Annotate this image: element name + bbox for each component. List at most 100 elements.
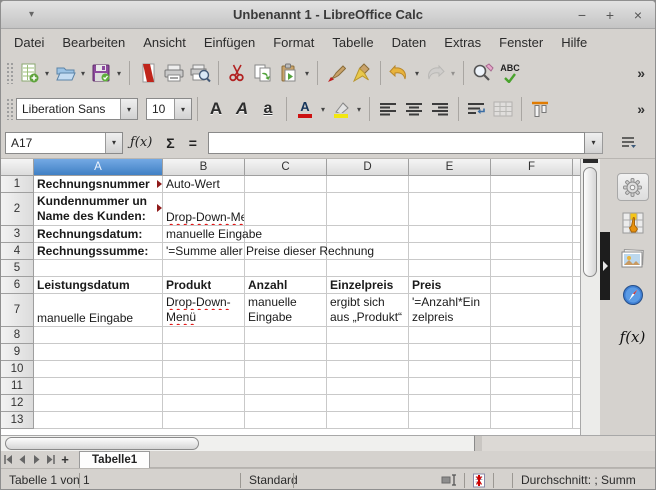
menu-format[interactable]: Format [264,31,323,54]
cell-A4[interactable]: Rechnungssumme: [34,243,163,260]
cell-B4[interactable]: '=Summe aller Preise dieser Rechnung [163,243,245,260]
sidebar-tab-properties[interactable] [617,173,649,201]
highlight-color-button[interactable] [328,95,354,123]
cell[interactable] [245,361,327,378]
find-replace-button[interactable] [469,59,497,87]
row-header-3[interactable]: 3 [1,226,34,243]
cell-D2[interactable] [327,193,409,226]
cell-D1[interactable] [327,176,409,193]
vertical-scrollbar[interactable] [580,159,600,435]
redo-button[interactable] [422,59,448,87]
cell-C2[interactable] [245,193,327,226]
sidebar-hide-handle[interactable] [600,232,610,300]
toolbar-grip[interactable] [6,98,13,120]
cell[interactable] [409,361,491,378]
selection-mode-button[interactable] [434,474,464,486]
cell[interactable] [327,395,409,412]
print-button[interactable] [161,59,187,87]
cell[interactable] [34,327,163,344]
cell[interactable] [163,412,245,429]
menu-daten[interactable]: Daten [383,31,436,54]
cell[interactable] [409,378,491,395]
row-header-6[interactable]: 6 [1,277,34,294]
cell[interactable] [34,412,163,429]
vertical-split-handle[interactable] [583,159,598,163]
clear-formatting-button[interactable] [349,59,375,87]
save-button[interactable] [88,59,114,87]
cell-C6[interactable]: Anzahl [245,277,327,294]
sidebar-tab-gallery[interactable] [617,245,649,273]
cell-partial[interactable] [573,260,580,277]
underline-button[interactable]: a [255,95,281,123]
formula-input-line[interactable] [208,132,585,154]
highlight-color-dropdown[interactable]: ▾ [354,105,364,114]
cell-F7[interactable] [491,294,573,327]
cell-partial[interactable] [573,176,580,193]
close-button[interactable]: × [631,8,645,22]
next-sheet-button[interactable] [29,451,43,468]
cell[interactable] [245,327,327,344]
last-sheet-button[interactable] [43,451,57,468]
cell-F4[interactable] [491,243,573,260]
cell[interactable] [245,412,327,429]
cell[interactable] [327,344,409,361]
first-sheet-button[interactable] [1,451,15,468]
cell[interactable] [34,344,163,361]
menu-einfuegen[interactable]: Einfügen [195,31,264,54]
wrap-text-button[interactable] [464,95,490,123]
menu-hilfe[interactable]: Hilfe [552,31,596,54]
italic-button[interactable]: A [229,95,255,123]
cell-D3[interactable] [327,226,409,243]
cell-A2[interactable]: Kundennummer unName des Kunden: [34,193,163,226]
export-pdf-button[interactable] [135,59,161,87]
cell-E7[interactable]: '=Anzahl*Einzelpreis [409,294,491,327]
save-dropdown[interactable]: ▾ [114,69,124,78]
cell-B1[interactable]: Auto-Wert [163,176,245,193]
cell-F1[interactable] [491,176,573,193]
row-header-2[interactable]: 2 [1,193,34,226]
cell-A1[interactable]: Rechnungsnummer [34,176,163,193]
bold-button[interactable]: A [203,95,229,123]
add-sheet-button[interactable]: + [57,451,73,468]
cell[interactable] [34,395,163,412]
cell-partial[interactable] [573,277,580,294]
horizontal-scrollbar[interactable] [1,435,474,451]
cell[interactable] [409,344,491,361]
cell[interactable] [491,378,573,395]
cell-F2[interactable] [491,193,573,226]
cell[interactable] [327,327,409,344]
minimize-button[interactable]: − [575,8,589,22]
row-header-11[interactable]: 11 [1,378,34,395]
row-header-13[interactable]: 13 [1,412,34,429]
sheet-tab-tabelle1[interactable]: Tabelle1 [79,451,150,468]
row-header-12[interactable]: 12 [1,395,34,412]
print-preview-button[interactable] [187,59,213,87]
cell[interactable] [163,378,245,395]
cell[interactable] [245,378,327,395]
cell-C5[interactable] [245,260,327,277]
cell-B2[interactable]: Drop-Down-Menü [163,193,245,226]
row-header-4[interactable]: 4 [1,243,34,260]
cell[interactable] [327,378,409,395]
font-size-dropdown[interactable]: ▾ [174,99,191,119]
row-header-10[interactable]: 10 [1,361,34,378]
align-left-button[interactable] [375,95,401,123]
clone-formatting-button[interactable] [323,59,349,87]
cell-B7[interactable]: Drop-Down-Menü [163,294,245,327]
cell[interactable] [491,412,573,429]
menu-fenster[interactable]: Fenster [490,31,552,54]
cell[interactable] [245,344,327,361]
row-header-7[interactable]: 7 [1,294,34,327]
page-style-status[interactable]: Standard [241,473,293,487]
column-header-C[interactable]: C [245,159,327,176]
maximize-button[interactable]: + [603,8,617,22]
menu-tabelle[interactable]: Tabelle [323,31,382,54]
sidebar-settings-button[interactable] [603,136,653,149]
column-header-B[interactable]: B [163,159,245,176]
toolbar-overflow-button[interactable]: » [627,101,655,117]
menu-ansicht[interactable]: Ansicht [134,31,195,54]
cell[interactable] [573,361,580,378]
toolbar-grip[interactable] [6,62,13,84]
column-header-D[interactable]: D [327,159,409,176]
paste-button[interactable] [276,59,302,87]
